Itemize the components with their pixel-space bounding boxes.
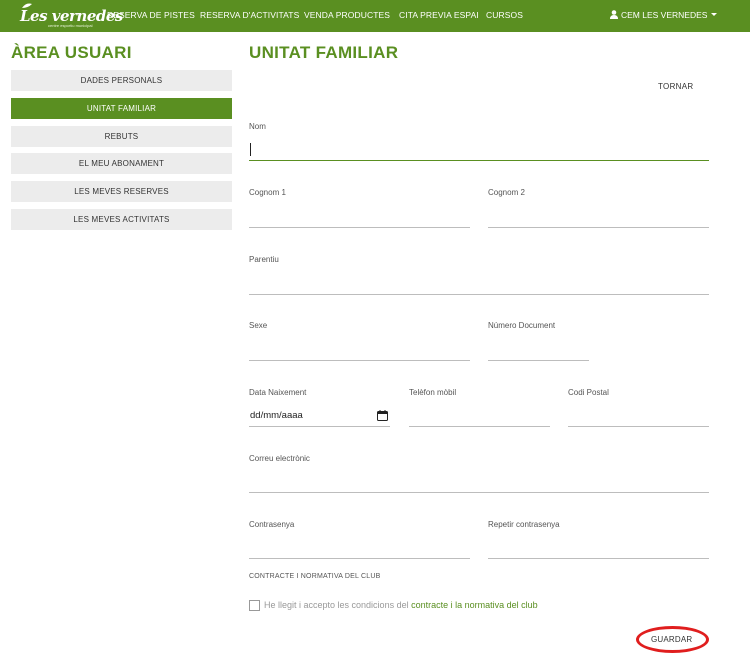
telefon-label: Telèfon mòbil [409,388,457,397]
data-naixement-label: Data Naixement [249,388,307,397]
chevron-down-icon [711,13,718,16]
cognom2-field[interactable] [488,209,709,228]
accept-text-label: He llegit i accepto les condicions del [264,600,409,610]
correu-label: Correu electrònic [249,454,310,463]
top-navbar: Les vernedes centre esportiu municipal R… [0,0,750,32]
contrasenya-field[interactable] [249,540,470,559]
text-cursor [250,143,251,156]
sidebar-item-rebuts[interactable]: REBUTS [11,126,232,147]
contrasenya-label: Contrasenya [249,520,295,529]
sidebar-item-unitat-familiar[interactable]: UNITAT FAMILIAR [11,98,232,119]
nav-reserva-pistes[interactable]: RESERVA DE PISTES [107,10,195,20]
sidebar-title: ÀREA USUARI [11,43,132,62]
sidebar-item-el-meu-abonament[interactable]: EL MEU ABONAMENT [11,153,232,174]
repetir-contrasenya-label: Repetir contrasenya [488,520,560,529]
data-naixement-placeholder: dd/mm/aaaa [250,410,303,421]
sexe-field[interactable] [249,342,470,361]
cognom1-field[interactable] [249,209,470,228]
telefon-field[interactable] [409,408,550,427]
cognom2-label: Cognom 2 [488,188,525,197]
sexe-label: Sexe [249,321,268,330]
correu-field[interactable] [249,474,709,493]
nav-venda-productes[interactable]: VENDA PRODUCTES [304,10,390,20]
codi-postal-field[interactable] [568,408,709,427]
contract-link[interactable]: contracte i la normativa del club [411,600,538,610]
nav-cursos[interactable]: CURSOS [486,10,523,20]
numero-document-field[interactable] [488,342,589,361]
sidebar-item-les-meves-reserves[interactable]: LES MEVES RESERVES [11,181,232,202]
repetir-contrasenya-field[interactable] [488,540,709,559]
accept-text: He llegit i accepto les condicions del c… [264,600,538,610]
nom-label: Nom [249,122,266,131]
nav-reserva-activitats[interactable]: RESERVA D'ACTIVITATS [200,10,299,20]
nom-field[interactable] [249,142,709,161]
accept-checkbox[interactable] [249,600,260,611]
back-link[interactable]: TORNAR [658,82,693,91]
contract-section-label: CONTRACTE I NORMATIVA DEL CLUB [249,573,381,580]
page-title: UNITAT FAMILIAR [249,43,399,62]
user-menu-label: CEM LES VERNEDES [621,10,708,20]
calendar-icon[interactable] [377,410,388,421]
sidebar-item-dades-personals[interactable]: DADES PERSONALS [11,70,232,91]
save-button[interactable]: GUARDAR [651,635,692,644]
brand-tagline: centre esportiu municipal [48,23,93,28]
user-icon [610,10,618,19]
nav-cita-previa-espai[interactable]: CITA PREVIA ESPAI [399,10,479,20]
sidebar-item-les-meves-activitats[interactable]: LES MEVES ACTIVITATS [11,209,232,230]
codi-postal-label: Codi Postal [568,388,609,397]
user-menu[interactable]: CEM LES VERNEDES [610,10,718,20]
cognom1-label: Cognom 1 [249,188,286,197]
numero-document-label: Número Document [488,321,556,330]
parentiu-label: Parentiu [249,255,279,264]
parentiu-field[interactable] [249,276,709,295]
